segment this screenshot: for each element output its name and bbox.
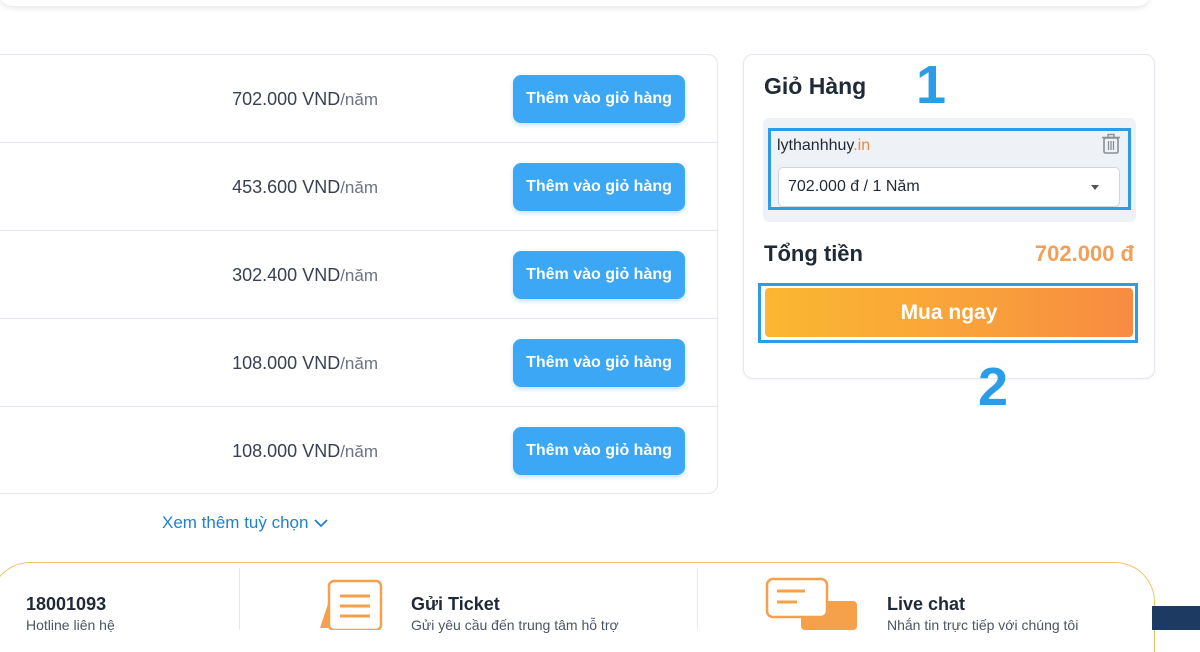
product-row: 453.600 VND/năm Thêm vào giỏ hàng (0, 143, 717, 231)
product-price: 702.000 VND/năm (232, 89, 378, 109)
more-options-link[interactable]: Xem thêm tuỳ chọn (162, 510, 329, 536)
product-price: 108.000 VND/năm (232, 353, 378, 373)
annotation-number-1: 1 (916, 55, 947, 115)
add-to-cart-button[interactable]: Thêm vào giỏ hàng (513, 251, 685, 299)
chevron-down-icon (314, 519, 329, 528)
more-options-label: Xem thêm tuỳ chọn (162, 513, 309, 532)
product-price: 302.400 VND/năm (232, 265, 378, 285)
product-price: 108.000 VND/năm (232, 441, 378, 461)
product-row: 702.000 VND/năm Thêm vào giỏ hàng (0, 55, 717, 143)
caret-down-icon (1091, 185, 1099, 190)
buy-now-button[interactable]: Mua ngay (765, 288, 1133, 337)
product-row: 108.000 VND/năm Thêm vào giỏ hàng (0, 407, 717, 495)
add-to-cart-button[interactable]: Thêm vào giỏ hàng (513, 427, 685, 475)
product-row: 108.000 VND/năm Thêm vào giỏ hàng (0, 319, 717, 407)
cart-item-domain: lythanhhuy.in (777, 137, 871, 154)
product-price: 453.600 VND/năm (232, 177, 378, 197)
ticket-title[interactable]: Gửi Ticket (411, 594, 500, 615)
add-to-cart-button[interactable]: Thêm vào giỏ hàng (513, 163, 685, 211)
add-to-cart-button[interactable]: Thêm vào giỏ hàng (513, 75, 685, 123)
trash-icon[interactable] (1101, 133, 1121, 155)
support-bar (0, 562, 1155, 652)
hotline-subtitle: Hotline liên hệ (26, 617, 115, 633)
total-label: Tổng tiền (764, 241, 863, 266)
ticket-icon (320, 579, 383, 630)
period-select[interactable]: 702.000 đ / 1 Năm (778, 167, 1120, 207)
corner-widget (1152, 606, 1200, 630)
annotation-number-2: 2 (978, 357, 1009, 417)
chat-title[interactable]: Live chat (887, 594, 965, 615)
chat-icon (765, 577, 857, 630)
ticket-subtitle: Gửi yêu cầu đến trung tâm hỗ trợ (411, 617, 619, 633)
support-divider (239, 568, 240, 630)
hotline-number[interactable]: 18001093 (26, 594, 106, 615)
period-select-value: 702.000 đ / 1 Năm (788, 178, 920, 195)
top-panel-edge (0, 0, 1150, 6)
add-to-cart-button[interactable]: Thêm vào giỏ hàng (513, 339, 685, 387)
domain-product-list: 702.000 VND/năm Thêm vào giỏ hàng 453.60… (0, 54, 718, 494)
chat-subtitle: Nhắn tin trực tiếp với chúng tôi (887, 617, 1079, 633)
product-row: 302.400 VND/năm Thêm vào giỏ hàng (0, 231, 717, 319)
total-value: 702.000 đ (1034, 241, 1134, 266)
cart-panel: Giỏ Hàng lythanhhuy.in 702.000 đ / 1 Năm… (743, 54, 1155, 379)
cart-title: Giỏ Hàng (764, 73, 867, 99)
support-divider (697, 568, 698, 630)
